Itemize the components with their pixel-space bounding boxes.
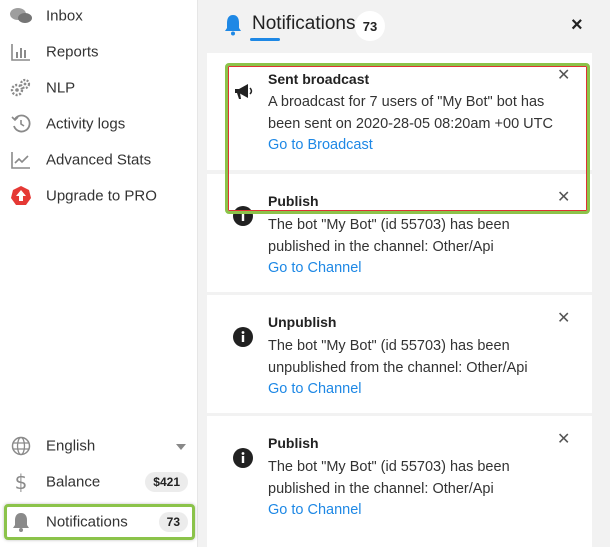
notifications-panel: Notifications 73 × Sent broadcast A broa… <box>198 0 610 547</box>
broadcast-highlight <box>225 63 590 214</box>
sidebar-item-label: Activity logs <box>46 115 126 133</box>
chat-bubbles-icon <box>10 5 32 27</box>
sidebar-item-reports[interactable]: Reports <box>0 34 198 70</box>
info-icon <box>233 448 253 468</box>
sidebar-item-upgrade[interactable]: Upgrade to PRO <box>0 178 198 214</box>
notifications-highlight <box>4 504 195 540</box>
sidebar-item-label: Reports <box>46 43 99 61</box>
tab-underline <box>250 38 280 41</box>
panel-title[interactable]: Notifications <box>252 13 356 35</box>
close-panel-button[interactable]: × <box>571 14 583 36</box>
language-label: English <box>46 437 96 455</box>
gears-icon <box>10 77 32 99</box>
info-icon <box>233 327 253 347</box>
notification-text-line: The bot "My Bot" (id 55703) has been <box>268 217 510 233</box>
bar-chart-icon <box>10 41 32 63</box>
dismiss-button[interactable]: ✕ <box>557 429 570 449</box>
balance-item[interactable]: $ Balance $421 <box>0 464 198 500</box>
language-selector[interactable]: English <box>0 428 198 464</box>
sidebar-item-advanced-stats[interactable]: Advanced Stats <box>0 142 198 178</box>
bell-icon <box>223 14 245 38</box>
balance-label: Balance <box>46 473 101 491</box>
notification-title: Publish <box>268 435 319 451</box>
caret-down-icon <box>176 437 186 455</box>
sidebar-item-nlp[interactable]: NLP <box>0 70 198 106</box>
go-to-channel-link[interactable]: Go to Channel <box>268 260 362 276</box>
balance-value: $421 <box>145 472 188 492</box>
sidebar-item-label: Inbox <box>46 7 83 25</box>
sidebar: Inbox Reports NLP Activity logs Advanced… <box>0 0 198 547</box>
notification-text-line: published in the channel: Other/Api <box>268 239 494 255</box>
panel-count-badge: 73 <box>355 11 385 41</box>
sidebar-item-activity-logs[interactable]: Activity logs <box>0 106 198 142</box>
notification-text-line: published in the channel: Other/Api <box>268 481 494 497</box>
notification-card: Unpublish The bot "My Bot" (id 55703) ha… <box>207 295 592 413</box>
notification-title: Unpublish <box>268 314 337 330</box>
sidebar-item-label: Upgrade to PRO <box>46 187 157 205</box>
notification-card: Publish The bot "My Bot" (id 55703) has … <box>207 416 592 547</box>
notification-text-line: The bot "My Bot" (id 55703) has been <box>268 338 510 354</box>
notification-text-line: The bot "My Bot" (id 55703) has been <box>268 459 510 475</box>
upgrade-icon <box>10 185 32 207</box>
sidebar-item-inbox[interactable]: Inbox <box>0 0 198 34</box>
dismiss-button[interactable]: ✕ <box>557 308 570 328</box>
line-chart-icon <box>10 149 32 171</box>
go-to-channel-link[interactable]: Go to Channel <box>268 381 362 397</box>
go-to-channel-link[interactable]: Go to Channel <box>268 502 362 518</box>
notification-text-line: unpublished from the channel: Other/Api <box>268 360 528 376</box>
history-icon <box>10 113 32 135</box>
globe-icon <box>10 435 32 457</box>
sidebar-item-label: NLP <box>46 79 76 97</box>
notifications-list[interactable]: Sent broadcast A broadcast for 7 users o… <box>207 53 602 547</box>
dollar-icon: $ <box>14 470 28 494</box>
panel-header: Notifications 73 × <box>198 0 610 52</box>
sidebar-item-label: Advanced Stats <box>46 151 152 169</box>
